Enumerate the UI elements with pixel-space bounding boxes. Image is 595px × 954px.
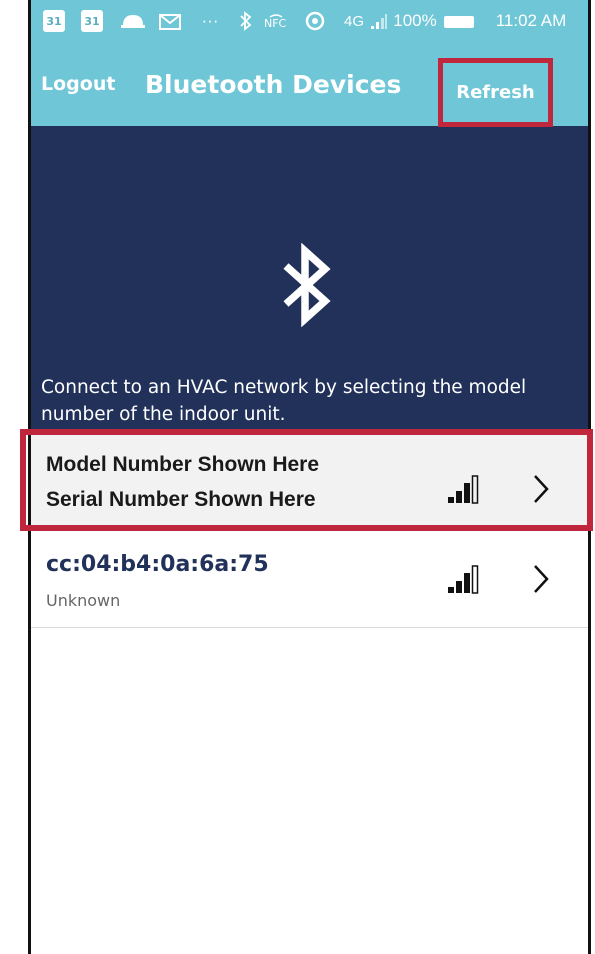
battery-percent: 100%	[393, 11, 437, 30]
mail-icon	[157, 10, 183, 32]
calendar-icon: 31	[81, 10, 103, 32]
sync-icon	[303, 10, 327, 32]
battery-icon	[444, 16, 474, 28]
serial-number: Serial Number Shown Here	[46, 488, 316, 511]
signal-strength-icon	[448, 565, 479, 594]
status-bar: 31 31 ··· NFC 4G 100% 11:02 AM	[31, 0, 588, 50]
bluetooth-icon	[238, 10, 254, 32]
instruction-text: Connect to an HVAC network by selecting …	[41, 377, 527, 425]
device-list-item[interactable]: cc:04:b4:0a:6a:75 Unknown	[31, 532, 588, 628]
signal-icon	[369, 10, 389, 32]
calendar-icon: 31	[43, 10, 65, 32]
model-number: Model Number Shown Here	[46, 453, 320, 476]
refresh-button[interactable]: Refresh	[456, 82, 535, 103]
network-type: 4G	[343, 12, 364, 30]
hat-icon	[119, 10, 147, 32]
signal-strength-icon	[448, 475, 479, 504]
refresh-highlight: Refresh	[438, 58, 553, 127]
device-address: cc:04:b4:0a:6a:75	[46, 552, 269, 577]
phone-screen: 31 31 ··· NFC 4G 100% 11:02 AM Logout Bl…	[28, 0, 591, 954]
logout-button[interactable]: Logout	[41, 73, 115, 95]
clock: 11:02 AM	[495, 11, 567, 30]
nfc-icon: NFC	[261, 10, 291, 32]
device-list-item[interactable]: Model Number Shown Here Serial Number Sh…	[31, 432, 588, 531]
svg-text:NFC: NFC	[264, 17, 287, 30]
bluetooth-icon	[283, 243, 331, 327]
bluetooth-hero-panel: Connect to an HVAC network by selecting …	[31, 126, 588, 432]
chevron-right-icon	[534, 565, 549, 593]
chevron-right-icon	[534, 475, 549, 503]
page-title: Bluetooth Devices	[145, 70, 402, 99]
more-icon: ···	[201, 11, 219, 30]
device-status: Unknown	[46, 591, 121, 610]
